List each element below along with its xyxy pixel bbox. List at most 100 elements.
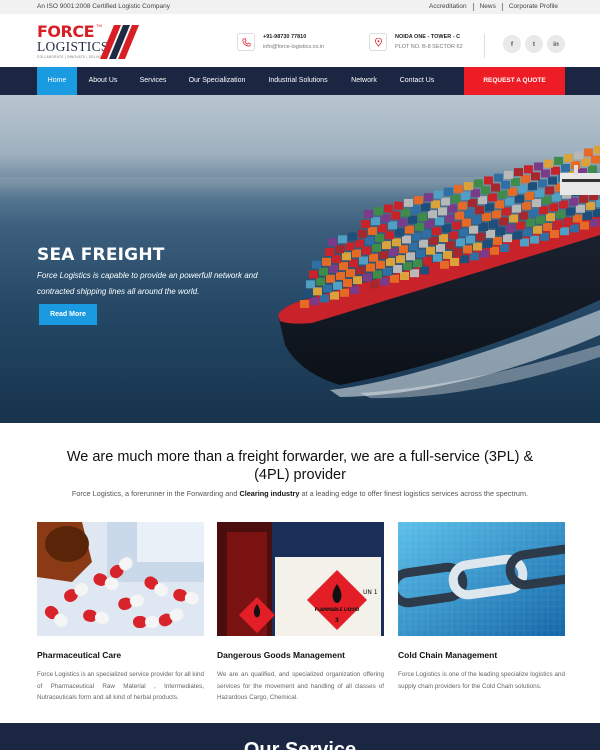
container-block [591,155,600,164]
container-block [384,204,393,213]
container-block [464,182,473,191]
pharmaceutical-care-card[interactable]: Pharmaceutical Care Force Logistics is a… [37,522,204,704]
container-block [461,191,470,200]
container-block [508,187,517,196]
container-block [460,255,469,264]
container-block [376,260,385,269]
container-block [520,238,529,247]
container-block [515,194,524,203]
nav-about-us[interactable]: About Us [84,67,122,95]
container-block [586,201,595,210]
email-address[interactable]: info@force-logistics.co.in [263,42,324,52]
container-block [569,197,578,206]
container-block [395,228,404,237]
container-block [363,273,372,282]
logo[interactable]: FORCE TM LOGISTICS COLLABORATE | INNOVAT… [37,22,142,62]
cold-chain-card[interactable]: Cold Chain Management Force Logistics is… [398,522,565,692]
container-block [342,252,351,261]
container-block [411,205,420,214]
nav-industrial-solutions[interactable]: Industrial Solutions [262,67,334,95]
logo-stripes-icon [100,25,139,59]
container-block [490,246,499,255]
read-more-button[interactable]: Read More [39,304,97,325]
container-block [394,201,403,210]
container-block [346,269,355,278]
phone-number[interactable]: +91-98730 77810 [263,32,324,42]
container-block [519,211,528,220]
header-divider [484,34,485,58]
card-text: We are an qualified, and specialized org… [217,671,384,701]
container-block [386,257,395,266]
services-title: Our Service [243,739,357,750]
container-block [328,238,337,247]
dangerous-goods-image: FLAMMABLE LIQUID 3 UN 1 [217,522,384,636]
top-bar: An ISO 9001:2008 Certified Logistic Comp… [0,0,600,14]
container-block [431,200,440,209]
container-block [400,272,409,280]
container-block [414,196,423,205]
container-block [564,154,573,163]
container-block [579,194,588,203]
container-block [310,297,319,306]
container-block [480,249,489,258]
intro-text-bold: Clearing industry [239,489,300,498]
container-block [516,221,525,230]
container-block [535,189,544,198]
news-link[interactable]: News [472,3,502,11]
services-section: Our Service [0,723,600,750]
container-block [581,158,590,167]
nav-home[interactable]: Home [37,67,77,95]
container-block [401,208,410,217]
container-block [418,212,427,221]
container-block [584,148,593,157]
container-block [405,225,414,234]
container-block [309,270,318,279]
facebook-icon[interactable]: f [503,35,521,53]
logo-tagline: COLLABORATE | INNOVATE | DELIVER [37,55,105,59]
accreditation-link[interactable]: Accreditation [423,3,473,11]
container-block [316,277,325,286]
container-block [513,231,522,240]
container-block [526,218,535,227]
container-block [440,260,449,269]
container-block [333,281,342,290]
container-block [335,245,344,254]
container-block [325,248,334,256]
container-block [553,220,562,229]
container-block [510,241,519,250]
container-block [421,203,430,212]
card-title: Cold Chain Management [398,650,498,660]
hero-title: SEA FREIGHT [37,245,165,265]
container-block [380,277,389,286]
twitter-icon[interactable]: t [525,35,543,53]
container-block [343,278,352,287]
container-block [489,220,498,229]
card-text: Force Logistics is one of the leading sp… [398,671,565,690]
header: FORCE TM LOGISTICS COLLABORATE | INNOVAT… [0,14,600,67]
container-block [396,255,405,264]
nav-our-specialization[interactable]: Our Specialization [184,67,250,95]
container-block [340,288,349,297]
hero-text: Force Logistics is capable to provide an… [37,271,258,296]
container-block [398,218,407,227]
request-quote-button[interactable]: REQUEST A QUOTE [464,67,565,95]
container-block [369,253,378,262]
container-block [466,235,475,244]
dangerous-goods-card[interactable]: FLAMMABLE LIQUID 3 UN 1 Dangerous Goods … [217,522,384,704]
container-block [319,267,328,276]
container-block [479,222,488,231]
container-block [550,230,559,238]
container-block [391,211,400,220]
container-block [416,249,425,258]
un-label: UN 1 [363,589,378,596]
corporate-profile-link[interactable]: Corporate Profile [501,3,564,11]
nav-services[interactable]: Services [134,67,172,95]
container-block [404,198,413,207]
nav-network[interactable]: Network [345,67,383,95]
container-block [474,179,483,188]
linkedin-icon[interactable]: in [547,35,565,53]
container-block [512,204,521,213]
container-block [352,249,361,258]
main-nav: Home About Us Services Our Specializatio… [0,67,600,95]
nav-contact-us[interactable]: Contact Us [395,67,439,95]
